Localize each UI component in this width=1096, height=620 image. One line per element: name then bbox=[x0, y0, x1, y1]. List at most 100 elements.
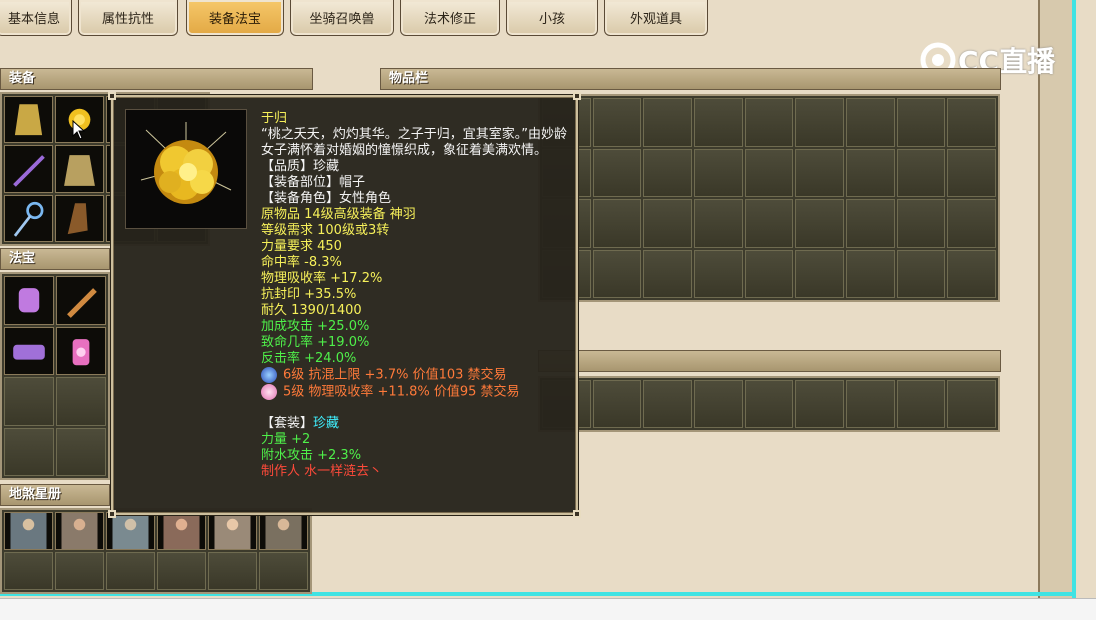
item-image bbox=[125, 109, 247, 229]
inventory-slot[interactable] bbox=[592, 199, 642, 248]
inventory-slot[interactable] bbox=[947, 199, 996, 248]
inventory-slot[interactable] bbox=[795, 380, 844, 428]
tab-label: 外观道具 bbox=[629, 12, 682, 27]
tab-equipment[interactable]: 装备法宝 bbox=[186, 0, 284, 36]
star-card-1[interactable] bbox=[4, 512, 53, 550]
treasure-slot-book[interactable] bbox=[4, 326, 54, 375]
inventory-slot[interactable] bbox=[592, 148, 642, 197]
equip-slot-boots[interactable] bbox=[55, 194, 104, 242]
mouse-cursor-icon bbox=[72, 120, 86, 140]
equipment-header: 装备 bbox=[0, 68, 313, 90]
star-slot-empty[interactable] bbox=[259, 552, 308, 590]
star-slot-empty[interactable] bbox=[55, 552, 104, 590]
star-card-4[interactable] bbox=[157, 512, 206, 550]
set-name: 珍藏 bbox=[313, 416, 340, 431]
set-water-attack: 附水攻击 +2.3% bbox=[261, 448, 362, 463]
treasure-slot-empty[interactable] bbox=[56, 377, 106, 426]
equip-slot-weapon[interactable] bbox=[4, 145, 53, 193]
inventory-slot[interactable] bbox=[694, 249, 743, 298]
tab-children[interactable]: 小孩 bbox=[506, 0, 598, 36]
inventory-slot[interactable] bbox=[846, 148, 895, 197]
inventory-slot[interactable] bbox=[846, 249, 895, 298]
inventory-slot[interactable] bbox=[947, 380, 996, 428]
inventory-slot[interactable] bbox=[643, 249, 692, 298]
item-tooltip: 于归 “桃之夭夭，灼灼其华。之子于归，宜其室家。”由妙龄女子满怀着对婚姻的憧憬织… bbox=[108, 92, 581, 518]
inventory-slot[interactable] bbox=[744, 199, 794, 248]
inventory-slot[interactable] bbox=[896, 98, 946, 147]
treasure-grid bbox=[0, 272, 110, 480]
inventory-sub-header bbox=[538, 350, 1001, 372]
treasure-slot-empty[interactable] bbox=[4, 427, 54, 476]
tab-basic-info[interactable]: 基本信息 bbox=[0, 0, 72, 36]
inventory-slot[interactable] bbox=[896, 148, 946, 197]
gem-text: 6级 抗混上限 +3.7% 价值103 禁交易 bbox=[283, 367, 507, 383]
item-details: 于归 “桃之夭夭，灼灼其华。之子于归，宜其室家。”由妙龄女子满怀着对婚姻的憧憬织… bbox=[261, 111, 573, 480]
inventory-slot[interactable] bbox=[947, 249, 996, 298]
inventory-slot[interactable] bbox=[795, 98, 844, 147]
inventory-grid-lower bbox=[538, 376, 1000, 432]
tab-label: 小孩 bbox=[538, 12, 565, 27]
treasure-slot-scroll[interactable] bbox=[56, 276, 106, 325]
tab-label: 属性抗性 bbox=[101, 12, 154, 27]
gem-line-2: 5级 物理吸收率 +11.8% 价值95 禁交易 bbox=[261, 383, 573, 401]
star-card-6[interactable] bbox=[259, 512, 308, 550]
star-slot-empty[interactable] bbox=[4, 552, 53, 590]
inventory-slot[interactable] bbox=[846, 98, 895, 147]
star-slot-empty[interactable] bbox=[157, 552, 206, 590]
treasure-slot-glove[interactable] bbox=[4, 276, 54, 325]
treasure-slot-empty[interactable] bbox=[56, 427, 106, 476]
treasure-header: 法宝 bbox=[0, 248, 110, 270]
treasure-slot-empty[interactable] bbox=[4, 377, 54, 426]
tab-appearance[interactable]: 外观道具 bbox=[604, 0, 708, 36]
level-requirement: 等级需求 100级或3转 bbox=[261, 223, 390, 238]
inventory-slot[interactable] bbox=[795, 249, 844, 298]
inventory-slot[interactable] bbox=[694, 199, 743, 248]
stat-durability: 耐久 1390/1400 bbox=[261, 303, 362, 318]
tab-mounts[interactable]: 坐骑召唤兽 bbox=[290, 0, 394, 36]
tooltip-corner bbox=[573, 92, 581, 100]
inventory-slot[interactable] bbox=[643, 98, 692, 147]
inventory-slot[interactable] bbox=[846, 199, 895, 248]
window-border bbox=[1038, 0, 1072, 598]
inventory-slot[interactable] bbox=[744, 148, 794, 197]
inventory-slot[interactable] bbox=[795, 148, 844, 197]
inventory-slot[interactable] bbox=[846, 380, 895, 428]
item-origin: 原物品 14级高级装备 神羽 bbox=[261, 207, 416, 222]
inventory-slot[interactable] bbox=[947, 148, 996, 197]
treasure-slot-lantern[interactable] bbox=[56, 326, 106, 375]
inventory-slot[interactable] bbox=[592, 249, 642, 298]
inventory-slot[interactable] bbox=[643, 199, 692, 248]
tab-spells[interactable]: 法术修正 bbox=[400, 0, 500, 36]
tab-attributes[interactable]: 属性抗性 bbox=[78, 0, 178, 36]
star-slot-empty[interactable] bbox=[106, 552, 155, 590]
inventory-slot[interactable] bbox=[592, 98, 642, 147]
inventory-slot[interactable] bbox=[896, 249, 946, 298]
inventory-slot[interactable] bbox=[744, 98, 794, 147]
inventory-slot[interactable] bbox=[643, 148, 692, 197]
inventory-slot[interactable] bbox=[694, 148, 743, 197]
star-card-5[interactable] bbox=[208, 512, 257, 550]
inventory-slot[interactable] bbox=[795, 199, 844, 248]
equip-slot-necklace[interactable] bbox=[4, 194, 53, 242]
blue-gem-icon bbox=[261, 367, 277, 383]
inventory-slot[interactable] bbox=[744, 249, 794, 298]
inventory-slot[interactable] bbox=[643, 380, 692, 428]
inventory-slot[interactable] bbox=[694, 380, 743, 428]
inventory-slot[interactable] bbox=[694, 98, 743, 147]
equip-slot-armor[interactable] bbox=[4, 96, 53, 144]
inventory-slot[interactable] bbox=[744, 380, 794, 428]
inventory-slot[interactable] bbox=[896, 199, 946, 248]
item-slot: 【装备部位】帽子 bbox=[261, 175, 366, 190]
inventory-slot[interactable] bbox=[947, 98, 996, 147]
tooltip-corner bbox=[573, 510, 581, 518]
star-card-2[interactable] bbox=[55, 512, 104, 550]
strength-requirement: 力量要求 450 bbox=[261, 239, 342, 254]
inventory-slot[interactable] bbox=[592, 380, 642, 428]
gem-line-1: 6级 抗混上限 +3.7% 价值103 禁交易 bbox=[261, 367, 573, 384]
taskbar-strip bbox=[0, 598, 1096, 620]
inventory-slot[interactable] bbox=[896, 380, 946, 428]
equip-slot-robe[interactable] bbox=[55, 145, 104, 193]
stat-bonus-attack: 加成攻击 +25.0% bbox=[261, 319, 370, 334]
star-slot-empty[interactable] bbox=[208, 552, 257, 590]
